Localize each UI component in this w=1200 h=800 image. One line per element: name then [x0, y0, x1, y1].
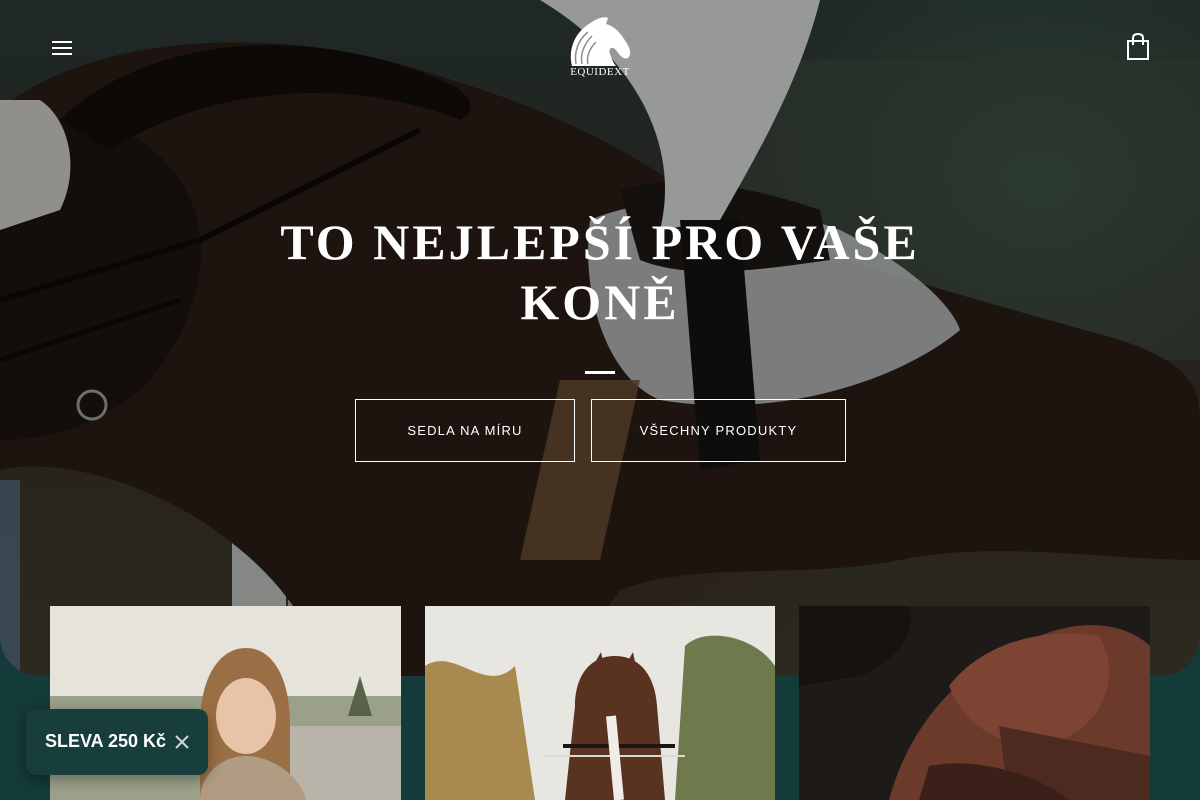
site-header: EQUIDEXT — [0, 0, 1200, 96]
menu-button[interactable] — [48, 36, 76, 60]
custom-saddles-button[interactable]: SEDLA NA MÍRU — [355, 399, 575, 462]
shopping-bag-icon — [1127, 32, 1149, 60]
card-image-saddle — [799, 606, 1150, 800]
cart-button[interactable] — [1124, 32, 1152, 62]
hero-overlay — [0, 0, 1200, 676]
close-icon — [175, 735, 189, 749]
site-logo[interactable]: EQUIDEXT — [562, 14, 638, 82]
all-products-button[interactable]: VŠECHNY PRODUKTY — [591, 399, 846, 462]
hamburger-menu-icon — [52, 41, 72, 43]
promo-close-button[interactable] — [167, 724, 197, 760]
horse-logo-icon — [570, 17, 631, 66]
hero-title: TO NEJLEPŠÍ PRO VAŠE KONĚ — [280, 214, 920, 330]
category-card-horses[interactable] — [425, 606, 775, 800]
promo-label: SLEVA 250 Kč — [45, 731, 167, 751]
hamburger-menu-icon-line — [52, 53, 72, 55]
hero-banner — [0, 0, 1200, 676]
card-image-horse — [425, 606, 775, 800]
hamburger-menu-icon-line — [52, 47, 72, 49]
category-card-saddles[interactable] — [799, 606, 1150, 800]
hero-divider — [585, 371, 615, 374]
logo-text: EQUIDEXT — [570, 66, 630, 78]
